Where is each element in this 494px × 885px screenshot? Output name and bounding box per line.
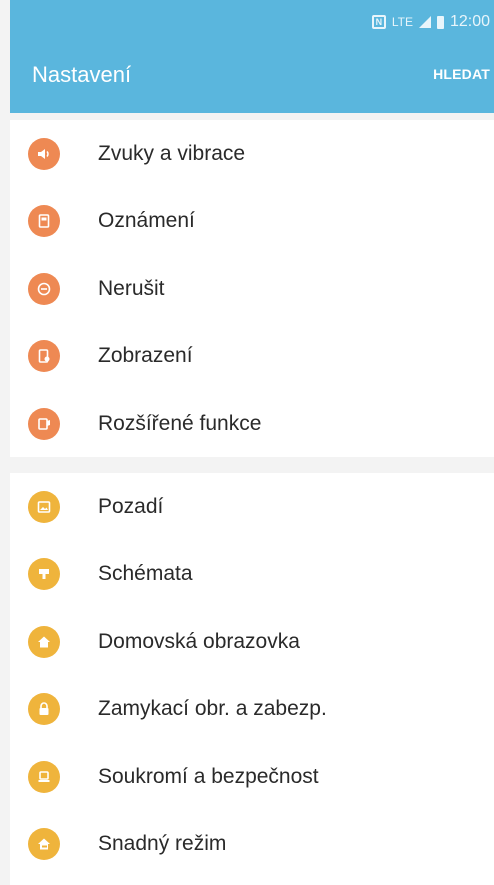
battery-icon <box>436 15 444 29</box>
settings-item-label: Pozadí <box>98 494 164 518</box>
themes-icon <box>28 558 60 591</box>
settings-item-themes[interactable]: Schémata <box>10 541 494 609</box>
page-title: Nastavení <box>32 62 132 87</box>
settings-item-label: Soukromí a bezpečnost <box>98 764 319 788</box>
settings-item-lock-screen[interactable]: Zamykací obr. a zabezp. <box>10 676 494 744</box>
signal-icon <box>418 16 431 28</box>
display-icon <box>28 340 60 373</box>
advanced-features-icon <box>28 407 60 440</box>
settings-item-label: Zobrazení <box>98 344 193 368</box>
easy-mode-icon <box>28 828 60 861</box>
settings-group-2: Pozadí Schémata Domovská obrazovka Zamyk… <box>10 473 494 885</box>
settings-item-label: Nerušit <box>98 276 165 300</box>
settings-item-do-not-disturb[interactable]: Nerušit <box>10 255 494 323</box>
do-not-disturb-icon <box>28 272 60 305</box>
privacy-icon <box>28 760 60 793</box>
settings-item-label: Snadný režim <box>98 832 227 856</box>
settings-item-wallpaper[interactable]: Pozadí <box>10 473 494 541</box>
settings-item-display[interactable]: Zobrazení <box>10 323 494 391</box>
notification-icon <box>28 205 60 238</box>
app-header: N LTE 12:00 Nastavení HLEDAT <box>10 0 494 113</box>
settings-item-label: Oznámení <box>98 209 195 233</box>
settings-item-label: Rozšířené funkce <box>98 411 262 435</box>
nfc-icon: N <box>371 15 386 29</box>
settings-item-advanced-features[interactable]: Rozšířené funkce <box>10 390 494 458</box>
status-bar: N LTE 12:00 <box>371 12 490 32</box>
wallpaper-icon <box>28 490 60 523</box>
settings-item-privacy[interactable]: Soukromí a bezpečnost <box>10 743 494 811</box>
lock-icon <box>28 693 60 726</box>
settings-item-label: Zamykací obr. a zabezp. <box>98 697 327 721</box>
settings-item-label: Domovská obrazovka <box>98 629 300 653</box>
status-time: 12:00 <box>449 13 490 30</box>
search-button[interactable]: HLEDAT <box>433 66 490 82</box>
settings-item-label: Schémata <box>98 562 193 586</box>
settings-item-label: Zvuky a vibrace <box>98 141 246 165</box>
lte-icon: LTE <box>391 15 413 29</box>
settings-item-notifications[interactable]: Oznámení <box>10 188 494 256</box>
home-icon <box>28 625 60 658</box>
settings-item-easy-mode[interactable]: Snadný režim <box>10 811 494 879</box>
settings-item-sounds[interactable]: Zvuky a vibrace <box>10 120 494 188</box>
speaker-icon <box>28 137 60 170</box>
settings-group-1: Zvuky a vibrace Oznámení Nerušit Zobraze… <box>10 120 494 457</box>
settings-item-home-screen[interactable]: Domovská obrazovka <box>10 608 494 676</box>
